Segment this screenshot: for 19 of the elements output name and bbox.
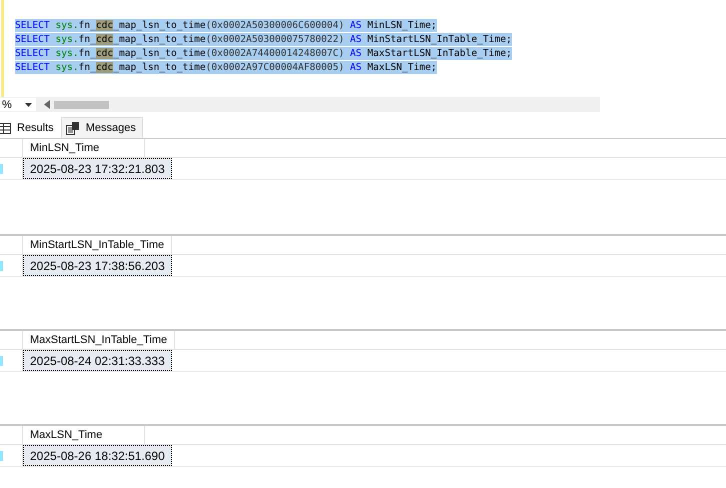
- results-tab[interactable]: Messages: [60, 117, 143, 138]
- column-header: MaxLSN_Time: [23, 426, 145, 444]
- column-header: MinLSN_Time: [23, 139, 145, 157]
- caret-icon: [25, 102, 32, 106]
- table-cell[interactable]: 2025-08-26 18:32:51.690: [23, 445, 172, 466]
- document-icon: [66, 122, 80, 134]
- row-selector[interactable]: [0, 260, 3, 270]
- zoom-dropdown[interactable]: %: [0, 98, 36, 111]
- row-selector[interactable]: [0, 164, 3, 174]
- column-header: MaxStartLSN_InTable_Time: [23, 331, 176, 349]
- scroll-left-icon[interactable]: [44, 100, 50, 109]
- table-cell[interactable]: 2025-08-23 17:32:21.803: [23, 158, 172, 179]
- scrollbar[interactable]: [54, 100, 109, 108]
- row-selector[interactable]: [0, 356, 3, 366]
- row-selector[interactable]: [0, 450, 3, 460]
- grid-icon: [0, 122, 11, 134]
- table-cell[interactable]: 2025-08-24 02:31:33.333: [23, 350, 172, 371]
- column-header: MinStartLSN_InTable_Time: [23, 236, 172, 254]
- table-cell[interactable]: 2025-08-23 17:38:56.203: [23, 255, 172, 276]
